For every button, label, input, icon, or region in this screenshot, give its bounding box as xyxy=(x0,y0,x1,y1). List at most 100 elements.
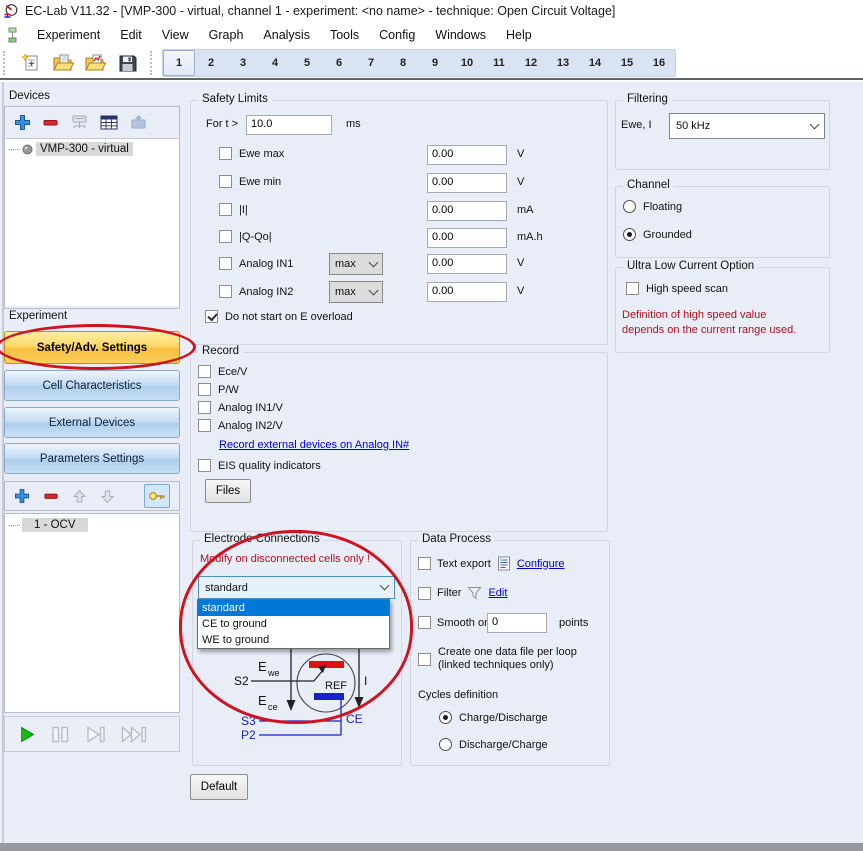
add-technique-icon[interactable] xyxy=(14,488,30,504)
ece-checkbox[interactable] xyxy=(198,365,211,378)
nav-safety-adv-settings[interactable]: Safety/Adv. Settings xyxy=(4,331,180,364)
dropdown-option-we-to-ground[interactable]: WE to ground xyxy=(198,632,389,648)
channel-button-3[interactable]: 3 xyxy=(227,50,259,76)
menu-tools[interactable]: Tools xyxy=(320,24,369,46)
analog-in2-mode-select[interactable]: max xyxy=(329,281,383,303)
eis-checkbox[interactable] xyxy=(198,459,211,472)
charge-checkbox[interactable] xyxy=(219,230,232,243)
smooth-points-input[interactable]: 0 xyxy=(487,613,547,633)
abs-current-checkbox[interactable] xyxy=(219,203,232,216)
menu-view[interactable]: View xyxy=(152,24,199,46)
remove-device-icon[interactable] xyxy=(42,114,59,131)
channel-button-12[interactable]: 12 xyxy=(515,50,547,76)
ewe-min-value[interactable]: 0.00 xyxy=(427,173,507,193)
device-tree-item[interactable]: VMP-300 - virtual xyxy=(5,139,179,158)
pause-icon[interactable] xyxy=(51,726,71,743)
overload-checkbox[interactable] xyxy=(205,310,218,323)
channels-grid-icon[interactable] xyxy=(100,115,118,131)
filter-edit-link[interactable]: Edit xyxy=(488,587,507,599)
technique-tree-item[interactable]: 1 - OCV xyxy=(5,514,179,534)
power-checkbox[interactable] xyxy=(198,383,211,396)
loop-file-checkbox[interactable] xyxy=(418,653,431,666)
channel-button-8[interactable]: 8 xyxy=(387,50,419,76)
channel-button-4[interactable]: 4 xyxy=(259,50,291,76)
charge-discharge-radio[interactable] xyxy=(439,711,452,724)
filter-checkbox[interactable] xyxy=(418,587,431,600)
channel-button-11[interactable]: 11 xyxy=(483,50,515,76)
channel-button-10[interactable]: 10 xyxy=(451,50,483,76)
calibration-icon[interactable] xyxy=(129,114,148,131)
for-t-input[interactable]: 10.0 xyxy=(246,115,332,135)
ewe-min-checkbox[interactable] xyxy=(219,175,232,188)
grounded-radio[interactable] xyxy=(623,228,636,241)
record-analog2-checkbox[interactable] xyxy=(198,419,211,432)
channel-button-2[interactable]: 2 xyxy=(195,50,227,76)
ewe-max-value[interactable]: 0.00 xyxy=(427,145,507,165)
analog-in1-mode-select[interactable]: max xyxy=(329,253,383,275)
menu-help[interactable]: Help xyxy=(496,24,542,46)
analog-in2-checkbox[interactable] xyxy=(219,285,232,298)
nav-cell-characteristics[interactable]: Cell Characteristics xyxy=(4,370,180,401)
lock-key-button[interactable] xyxy=(144,484,170,508)
technique-item-label[interactable]: 1 - OCV xyxy=(22,518,88,532)
menu-graph[interactable]: Graph xyxy=(199,24,254,46)
discharge-charge-radio[interactable] xyxy=(439,738,452,751)
record-analog2-row: Analog IN2/V xyxy=(198,419,283,432)
add-device-icon[interactable] xyxy=(14,114,31,131)
menu-experiment[interactable]: Experiment xyxy=(27,24,110,46)
high-speed-scan-checkbox[interactable] xyxy=(626,282,639,295)
open-experiment-button[interactable] xyxy=(51,51,75,75)
default-button[interactable]: Default xyxy=(190,774,248,800)
overload-row: Do not start on E overload xyxy=(205,310,353,323)
channel-button-1[interactable]: 1 xyxy=(163,50,195,76)
electrode-connection-select[interactable]: standard xyxy=(198,576,395,599)
record-external-link[interactable]: Record external devices on Analog IN# xyxy=(219,439,409,451)
analog-in1-value[interactable]: 0.00 xyxy=(427,254,507,274)
play-icon[interactable] xyxy=(19,726,36,743)
dropdown-option-ce-to-ground[interactable]: CE to ground xyxy=(198,616,389,632)
configure-link[interactable]: Configure xyxy=(517,558,565,570)
new-settings-button[interactable] xyxy=(19,51,43,75)
remove-technique-icon[interactable] xyxy=(43,488,59,504)
move-up-icon[interactable] xyxy=(72,489,87,504)
nav-parameters-settings[interactable]: Parameters Settings xyxy=(4,443,180,474)
skip-to-end-icon[interactable] xyxy=(121,726,148,743)
next-step-icon[interactable] xyxy=(86,726,106,743)
floating-radio[interactable] xyxy=(623,200,636,213)
abs-current-value[interactable]: 0.00 xyxy=(427,201,507,221)
ewe-min-label: Ewe min xyxy=(239,176,281,188)
open-data-file-button[interactable] xyxy=(83,51,107,75)
menu-config[interactable]: Config xyxy=(369,24,425,46)
menu-edit[interactable]: Edit xyxy=(110,24,152,46)
channel-button-15[interactable]: 15 xyxy=(611,50,643,76)
experiment-section-label: Experiment xyxy=(9,310,67,322)
main-toolbar: 1 2 3 4 5 6 7 8 9 10 11 12 13 14 15 16 xyxy=(0,48,863,80)
smooth-checkbox[interactable] xyxy=(418,616,431,629)
files-button[interactable]: Files xyxy=(205,479,251,503)
text-export-checkbox[interactable] xyxy=(418,557,431,570)
channel-button-9[interactable]: 9 xyxy=(419,50,451,76)
channel-button-6[interactable]: 6 xyxy=(323,50,355,76)
ewe-max-checkbox[interactable] xyxy=(219,147,232,160)
toolbar-grip xyxy=(3,51,8,75)
analog-in2-value[interactable]: 0.00 xyxy=(427,282,507,302)
dropdown-option-standard[interactable]: standard xyxy=(198,600,389,616)
device-item-label[interactable]: VMP-300 - virtual xyxy=(36,142,133,156)
record-ece-row: Ece/V xyxy=(198,365,247,378)
save-button[interactable] xyxy=(115,51,139,75)
device-connect-icon[interactable] xyxy=(70,114,89,131)
filtering-select[interactable]: 50 kHz xyxy=(669,113,825,139)
nav-external-devices[interactable]: External Devices xyxy=(4,407,180,438)
move-down-icon[interactable] xyxy=(100,489,115,504)
channel-button-7[interactable]: 7 xyxy=(355,50,387,76)
menu-windows[interactable]: Windows xyxy=(425,24,496,46)
record-analog1-checkbox[interactable] xyxy=(198,401,211,414)
analog-in1-checkbox[interactable] xyxy=(219,257,232,270)
channel-button-14[interactable]: 14 xyxy=(579,50,611,76)
charge-value[interactable]: 0.00 xyxy=(427,228,507,248)
menu-analysis[interactable]: Analysis xyxy=(253,24,320,46)
channel-button-16[interactable]: 16 xyxy=(643,50,675,76)
channel-button-5[interactable]: 5 xyxy=(291,50,323,76)
device-bullet-icon xyxy=(22,144,33,155)
channel-button-13[interactable]: 13 xyxy=(547,50,579,76)
